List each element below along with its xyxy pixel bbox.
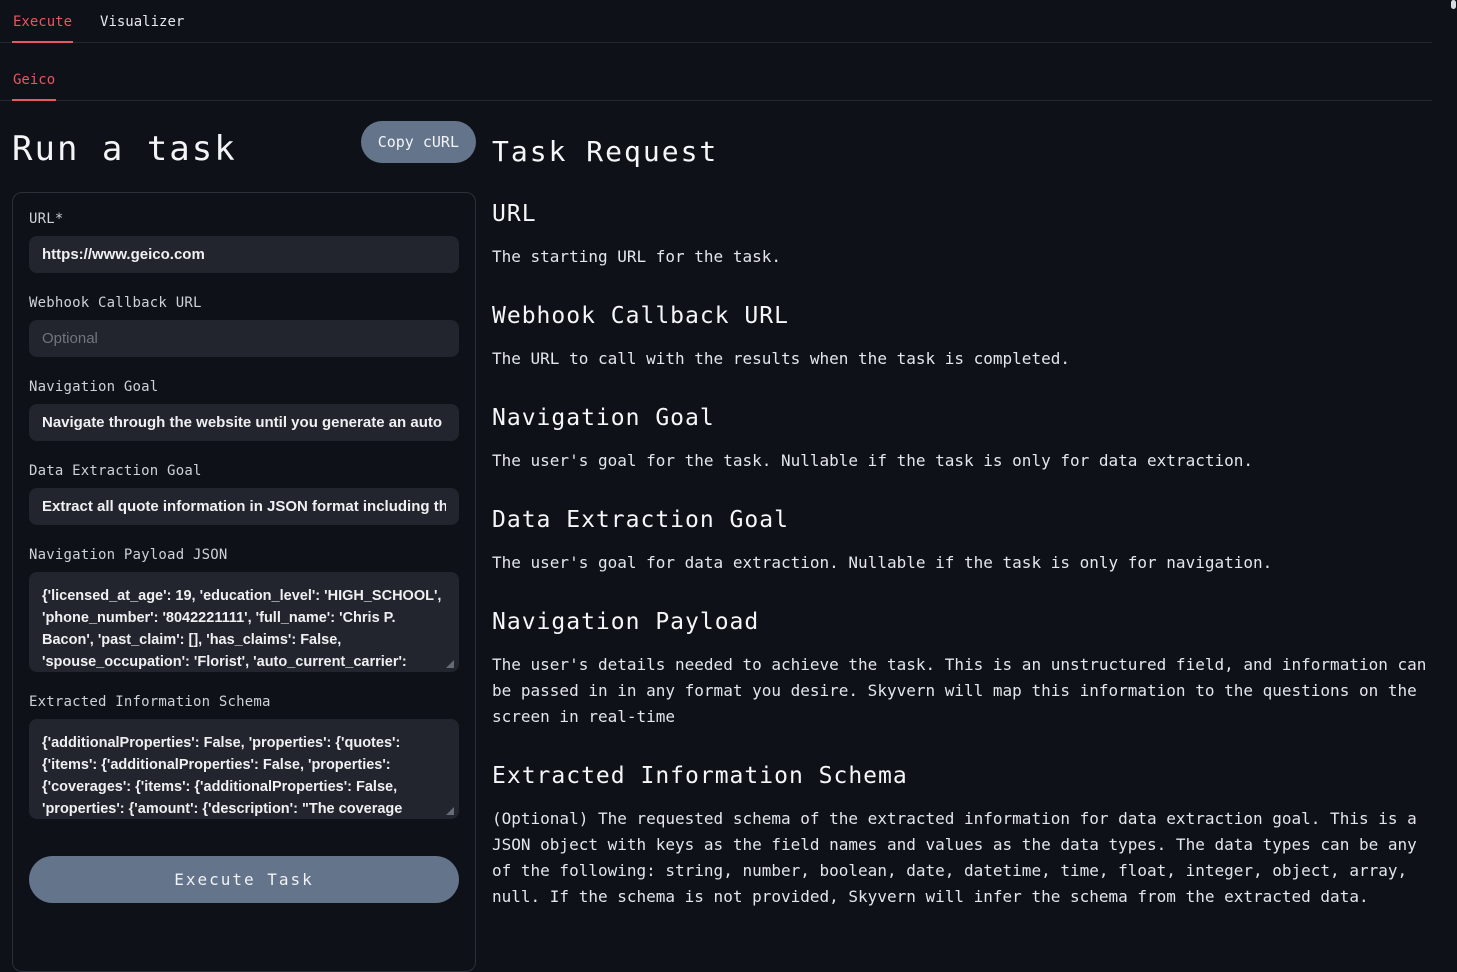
docs-heading-schema: Extracted Information Schema bbox=[492, 763, 1431, 789]
docs-body-url: The starting URL for the task. bbox=[492, 244, 1431, 270]
main-content: Run a task Copy cURL URL* Webhook Callba… bbox=[0, 101, 1457, 972]
navigation-goal-input[interactable] bbox=[29, 404, 459, 441]
data-extraction-goal-field-group: Data Extraction Goal bbox=[29, 463, 459, 525]
url-label: URL* bbox=[29, 211, 459, 227]
task-tab-bar: Geico bbox=[0, 43, 1432, 101]
docs-heading-navigation-payload: Navigation Payload bbox=[492, 609, 1431, 635]
resize-handle-icon[interactable] bbox=[446, 660, 454, 668]
data-extraction-goal-input[interactable] bbox=[29, 488, 459, 525]
docs-heading-url: URL bbox=[492, 201, 1431, 227]
navigation-payload-textarea[interactable]: {'licensed_at_age': 19, 'education_level… bbox=[29, 572, 459, 672]
docs-heading-navigation-goal: Navigation Goal bbox=[492, 405, 1431, 431]
navigation-payload-field-group: Navigation Payload JSON {'licensed_at_ag… bbox=[29, 547, 459, 672]
tab-execute[interactable]: Execute bbox=[12, 14, 73, 42]
run-task-panel: Run a task Copy cURL URL* Webhook Callba… bbox=[12, 121, 476, 972]
url-field-group: URL* bbox=[29, 211, 459, 273]
main-tab-bar: Execute Visualizer bbox=[0, 0, 1432, 43]
docs-heading-data-extraction-goal: Data Extraction Goal bbox=[492, 507, 1431, 533]
docs-body-navigation-payload: The user's details needed to achieve the… bbox=[492, 652, 1431, 730]
navigation-goal-field-group: Navigation Goal bbox=[29, 379, 459, 441]
url-input[interactable] bbox=[29, 236, 459, 273]
webhook-label: Webhook Callback URL bbox=[29, 295, 459, 311]
schema-textarea[interactable]: {'additionalProperties': False, 'propert… bbox=[29, 719, 459, 819]
navigation-goal-label: Navigation Goal bbox=[29, 379, 459, 395]
copy-curl-button[interactable]: Copy cURL bbox=[361, 121, 476, 163]
tab-geico[interactable]: Geico bbox=[12, 72, 56, 100]
docs-body-schema: (Optional) The requested schema of the e… bbox=[492, 806, 1431, 910]
webhook-input[interactable] bbox=[29, 320, 459, 357]
docs-body-data-extraction-goal: The user's goal for data extraction. Nul… bbox=[492, 550, 1431, 576]
scrollbar-thumb[interactable] bbox=[1451, 0, 1456, 9]
resize-handle-icon[interactable] bbox=[446, 807, 454, 815]
docs-body-webhook: The URL to call with the results when th… bbox=[492, 346, 1431, 372]
docs-title: Task Request bbox=[492, 135, 1431, 168]
run-task-header: Run a task Copy cURL bbox=[12, 121, 476, 169]
schema-label: Extracted Information Schema bbox=[29, 694, 459, 710]
task-form-card: URL* Webhook Callback URL Navigation Goa… bbox=[12, 192, 476, 972]
docs-body-navigation-goal: The user's goal for the task. Nullable i… bbox=[492, 448, 1431, 474]
execute-task-button[interactable]: Execute Task bbox=[29, 856, 459, 903]
docs-heading-webhook: Webhook Callback URL bbox=[492, 303, 1431, 329]
page-title: Run a task bbox=[12, 129, 237, 169]
task-request-docs: Task Request URL The starting URL for th… bbox=[492, 121, 1445, 910]
webhook-field-group: Webhook Callback URL bbox=[29, 295, 459, 357]
tab-visualizer[interactable]: Visualizer bbox=[99, 14, 185, 42]
navigation-payload-label: Navigation Payload JSON bbox=[29, 547, 459, 563]
data-extraction-goal-label: Data Extraction Goal bbox=[29, 463, 459, 479]
schema-field-group: Extracted Information Schema {'additiona… bbox=[29, 694, 459, 819]
